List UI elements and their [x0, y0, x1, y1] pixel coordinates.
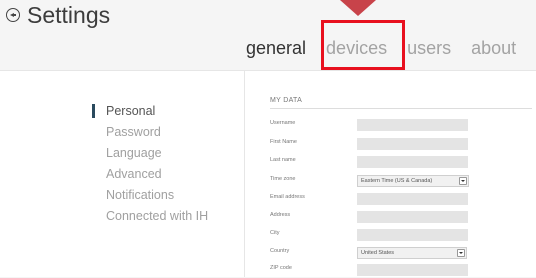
menu-item-notifications[interactable]: Notifications — [106, 185, 208, 206]
menu-item-advanced[interactable]: Advanced — [106, 164, 208, 185]
tab-users[interactable]: users — [407, 37, 451, 59]
page-title: Settings — [27, 2, 111, 28]
pointer-icon — [340, 0, 376, 16]
country-value: United States — [361, 250, 395, 256]
time-zone-label: Time zone — [270, 176, 296, 182]
back-icon[interactable] — [6, 8, 20, 22]
panel-divider — [244, 71, 245, 277]
tab-about[interactable]: about — [471, 37, 516, 59]
email-field[interactable] — [357, 193, 468, 205]
chevron-down-icon[interactable] — [459, 177, 467, 185]
menu-item-language[interactable]: Language — [106, 143, 208, 164]
username-label: Username — [270, 120, 296, 126]
country-label: Country — [270, 248, 290, 254]
zip-label: ZIP code — [270, 265, 292, 271]
tab-general[interactable]: general — [246, 37, 306, 59]
settings-menu: Personal Password Language Advanced Noti… — [106, 101, 208, 227]
time-zone-value: Eastern Time (US & Canada) — [361, 178, 433, 184]
section-title: MY DATA — [270, 97, 303, 104]
menu-item-personal[interactable]: Personal — [106, 101, 208, 122]
country-select[interactable]: United States — [357, 247, 467, 259]
username-field[interactable] — [357, 119, 468, 131]
settings-panel — [0, 70, 536, 277]
first-name-label: First Name — [270, 139, 297, 145]
last-name-label: Last name — [270, 157, 296, 163]
menu-item-connected-with-ih[interactable]: Connected with IH — [106, 206, 208, 227]
first-name-field[interactable] — [357, 138, 468, 150]
chevron-down-icon[interactable] — [457, 249, 465, 257]
zip-field[interactable] — [357, 264, 468, 276]
address-label: Address — [270, 212, 291, 218]
last-name-field[interactable] — [357, 156, 468, 168]
time-zone-select[interactable]: Eastern Time (US & Canada) — [357, 175, 469, 187]
active-item-marker — [92, 104, 95, 118]
city-label: City — [270, 230, 280, 236]
address-field[interactable] — [357, 211, 468, 223]
email-label: Email address — [270, 194, 305, 200]
city-field[interactable] — [357, 229, 468, 241]
devices-tab-highlight — [321, 20, 405, 70]
section-divider — [270, 108, 532, 109]
menu-item-password[interactable]: Password — [106, 122, 208, 143]
